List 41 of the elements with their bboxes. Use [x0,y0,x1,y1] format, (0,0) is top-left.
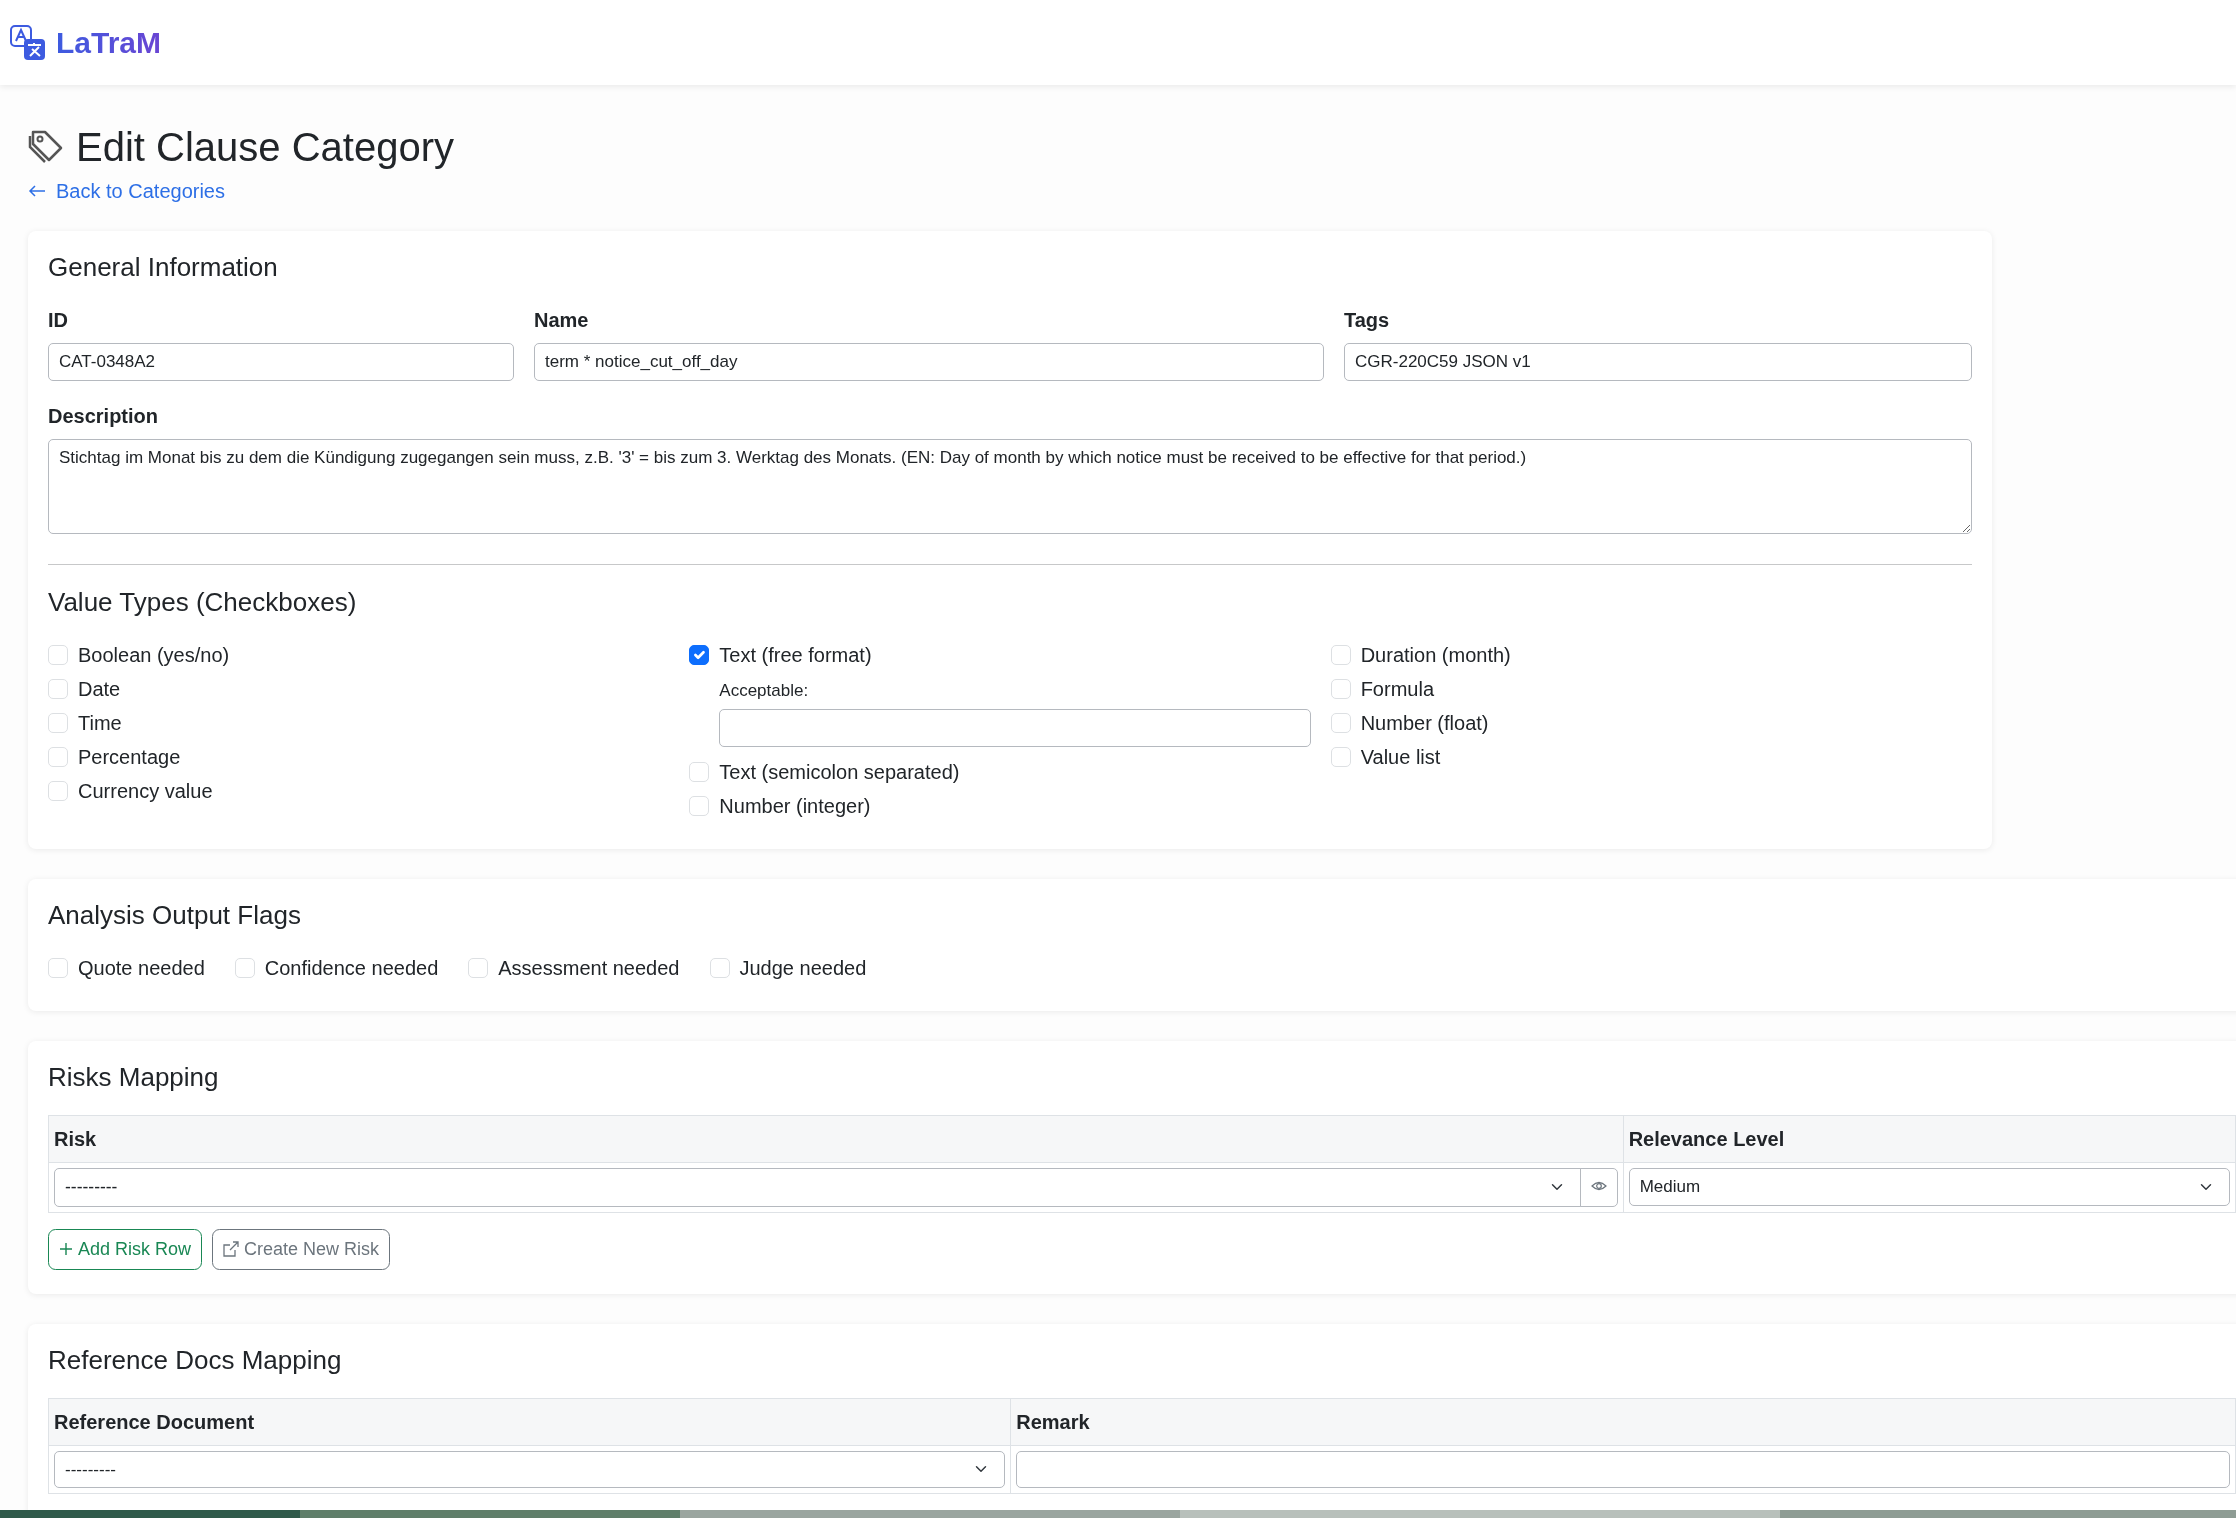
field-label: ID [48,308,69,334]
column-header: Risk [48,1115,1624,1163]
add-row-button[interactable]: Add Risk Row [48,1228,203,1270]
section-title: Analysis Output Flags [48,899,302,932]
text-field[interactable]: term * notice_cut_off_day [534,343,1324,381]
back-link[interactable]: Back to Categories [28,176,225,206]
checkbox-label: Number (float) [1360,710,1489,736]
description-field[interactable]: Stichtag im Monat bis zu dem die Kündigung zugegangen sein muss, z.B. '3' = bis zum 3. Werktag des Monats. (EN: Day of month by which notice must be received to be effective for that period.) [48,438,1972,534]
checkbox-label: Boolean (yes/no) [78,642,230,668]
checkbox-label: Time [78,710,122,736]
checkbox-label: Text (semicolon separated) [719,759,960,785]
page-title: Edit Clause Category [76,124,454,171]
section-title: General Information [48,252,279,284]
checkbox-label: Quote needed [78,956,205,982]
checkbox-label: Value list [1360,744,1441,770]
checkbox-label: Formula [1360,676,1434,702]
field-label: Tags [1344,308,1391,334]
checkbox-label: Assessment needed [498,956,680,982]
field-label: Acceptable: [719,679,810,702]
checkbox-label: Percentage [78,744,181,770]
column-header: Remark [1010,1398,2236,1446]
checkbox-label: Text (free format) [719,642,872,668]
column-header: Reference Document [48,1398,1011,1446]
checkbox-label: Currency value [78,778,213,804]
section-title: Value Types (Checkboxes) [48,586,358,618]
text-field[interactable]: CAT-0348A2 [48,343,514,381]
checkbox-label: Judge needed [739,956,867,982]
risk-select[interactable]: --------- [54,1168,1581,1207]
checkbox-label: Duration (month) [1360,642,1511,668]
column-header: Relevance Level [1623,1115,2236,1163]
checkbox-label: Number (integer) [719,793,871,819]
field-label: Description [48,403,160,429]
text-field[interactable]: CGR-220C59 JSON v1 [1344,343,1972,381]
document-select[interactable]: --------- [54,1450,1006,1489]
section-title: Risks Mapping [48,1062,220,1094]
relevance-select[interactable]: Medium [1628,1168,2230,1206]
checkbox-label: Confidence needed [264,956,439,982]
section-title: Reference Docs Mapping [48,1344,343,1376]
field-label: Name [534,308,590,334]
create-button[interactable]: Create New Risk [212,1228,391,1270]
checkbox-label: Date [78,676,121,702]
